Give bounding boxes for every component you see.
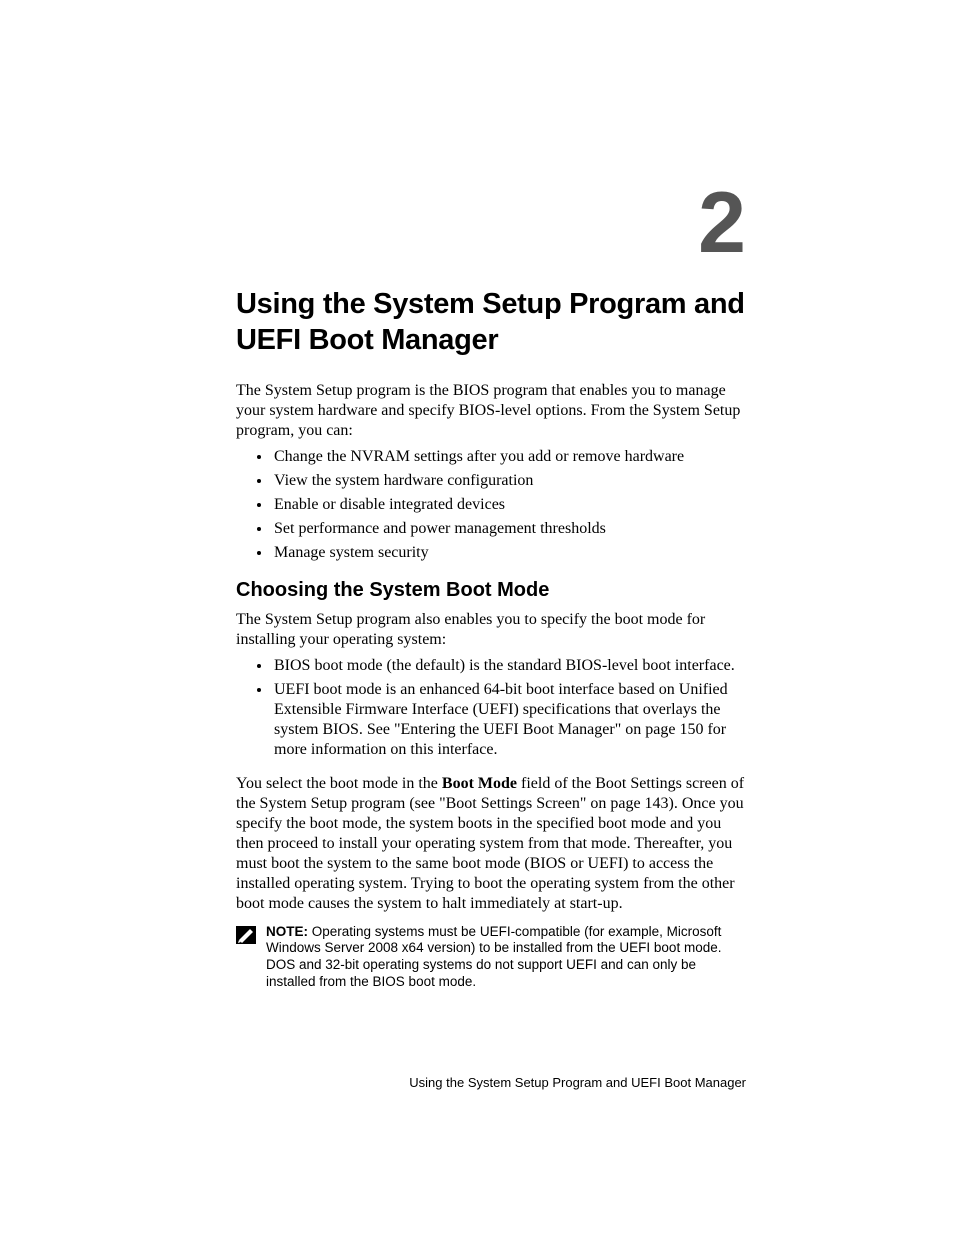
boot-mode-paragraph: You select the boot mode in the Boot Mod… bbox=[236, 774, 746, 914]
section-paragraph: The System Setup program also enables yo… bbox=[236, 610, 746, 650]
note-icon bbox=[236, 926, 256, 949]
note-text: NOTE: Operating systems must be UEFI-com… bbox=[266, 924, 746, 992]
list-item: Manage system security bbox=[272, 543, 746, 563]
page-footer: Using the System Setup Program and UEFI … bbox=[0, 1075, 954, 1090]
list-item: UEFI boot mode is an enhanced 64-bit boo… bbox=[272, 680, 746, 760]
note-block: NOTE: Operating systems must be UEFI-com… bbox=[236, 924, 746, 992]
section-heading-boot-mode: Choosing the System Boot Mode bbox=[236, 579, 746, 602]
list-item: View the system hardware configuration bbox=[272, 471, 746, 491]
boot-mode-bullet-list: BIOS boot mode (the default) is the stan… bbox=[236, 656, 746, 760]
text-run: field of the Boot Settings screen of the… bbox=[236, 775, 744, 912]
boot-mode-bold: Boot Mode bbox=[442, 775, 517, 792]
chapter-number: 2 bbox=[236, 180, 746, 266]
list-item: BIOS boot mode (the default) is the stan… bbox=[272, 656, 746, 676]
text-run: You select the boot mode in the bbox=[236, 775, 442, 792]
intro-bullet-list: Change the NVRAM settings after you add … bbox=[236, 447, 746, 563]
list-item: Change the NVRAM settings after you add … bbox=[272, 447, 746, 467]
list-item: Set performance and power management thr… bbox=[272, 519, 746, 539]
intro-paragraph: The System Setup program is the BIOS pro… bbox=[236, 381, 746, 441]
note-label: NOTE: bbox=[266, 924, 308, 939]
note-body: Operating systems must be UEFI-compatibl… bbox=[266, 924, 721, 990]
list-item: Enable or disable integrated devices bbox=[272, 495, 746, 515]
page-title: Using the System Setup Program and UEFI … bbox=[236, 286, 746, 359]
